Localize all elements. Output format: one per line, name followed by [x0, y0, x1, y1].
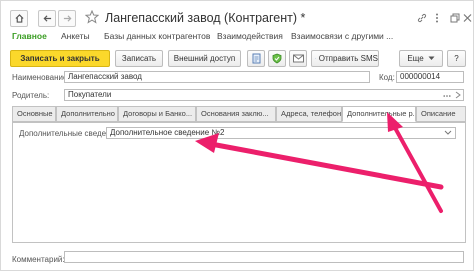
- chevron-down-icon[interactable]: [444, 129, 452, 136]
- tab-contracts-banks[interactable]: Договоры и Банко...: [118, 106, 196, 122]
- send-sms-label: Отправить SMS: [319, 54, 378, 63]
- name-field[interactable]: Лангепасский завод: [64, 71, 370, 83]
- tab-additional-details[interactable]: Дополнительные р...: [342, 106, 416, 122]
- restore-window-icon[interactable]: [450, 13, 460, 23]
- help-button[interactable]: ?: [447, 50, 466, 67]
- contractor-form-window: Лангепасский завод (Контрагент) * Главно…: [0, 0, 474, 271]
- send-sms-button[interactable]: Отправить SMS: [311, 50, 379, 67]
- title-bar: Лангепасский завод (Контрагент) *: [1, 1, 474, 29]
- home-button[interactable]: [10, 10, 28, 27]
- document-button[interactable]: [247, 50, 265, 67]
- back-button[interactable]: [38, 10, 56, 27]
- parent-field[interactable]: Покупатели: [64, 89, 464, 101]
- close-icon[interactable]: [463, 13, 472, 23]
- code-label: Код:: [379, 73, 395, 82]
- tab-description[interactable]: Описание: [416, 106, 466, 122]
- arrow-left-icon: [43, 14, 52, 23]
- shield-check-icon: [272, 53, 282, 64]
- form-nav-panel: Главное Анкеты Базы данных контрагентов …: [1, 31, 474, 43]
- window-title: Лангепасский завод (Контрагент) *: [105, 11, 305, 25]
- email-button[interactable]: [289, 50, 307, 67]
- nav-link-relationships[interactable]: Взаимосвязи с другими ...: [291, 31, 393, 41]
- home-icon: [15, 14, 24, 23]
- parent-label: Родитель:: [12, 91, 49, 100]
- external-access-button[interactable]: Внешний доступ: [168, 50, 241, 67]
- code-field[interactable]: 000000014: [396, 71, 464, 83]
- comment-label: Комментарий:: [12, 255, 65, 264]
- envelope-icon: [293, 54, 304, 63]
- tab-strip: Основные Дополнительно Договоры и Банко.…: [12, 106, 466, 122]
- chevron-down-icon: [428, 56, 435, 61]
- favorite-star-icon[interactable]: [85, 10, 99, 24]
- document-icon: [252, 53, 261, 64]
- sms-icon: [315, 54, 316, 63]
- nav-link-questionnaires[interactable]: Анкеты: [61, 31, 90, 41]
- tab-additional[interactable]: Дополнительно: [56, 106, 118, 122]
- check-button[interactable]: [268, 50, 286, 67]
- open-icon[interactable]: [455, 91, 463, 99]
- link-icon[interactable]: [417, 13, 427, 23]
- additional-info-value: Дополнительное сведение №2: [110, 128, 224, 137]
- more-actions-label: Еще: [407, 54, 423, 63]
- forward-button[interactable]: [58, 10, 76, 27]
- tab-addresses-phones[interactable]: Адреса, телефоны: [276, 106, 342, 122]
- arrow-right-icon: [63, 14, 72, 23]
- command-bar: Записать и закрыть Записать Внешний дост…: [1, 50, 474, 68]
- nav-link-interactions[interactable]: Взаимодействия: [217, 31, 283, 41]
- name-label: Наименование:: [12, 73, 70, 82]
- select-dots-icon[interactable]: [443, 91, 451, 99]
- save-and-close-button[interactable]: Записать и закрыть: [10, 50, 110, 67]
- tab-grounds[interactable]: Основания заклю...: [196, 106, 276, 122]
- additional-details-panel: [12, 122, 466, 243]
- save-button[interactable]: Записать: [115, 50, 163, 67]
- more-vertical-icon[interactable]: [435, 13, 439, 23]
- parent-value: Покупатели: [68, 90, 111, 99]
- more-actions-button[interactable]: Еще: [399, 50, 443, 67]
- nav-link-contractor-databases[interactable]: Базы данных контрагентов: [104, 31, 210, 41]
- tab-main[interactable]: Основные: [12, 106, 56, 122]
- additional-info-field[interactable]: Дополнительное сведение №2: [106, 127, 456, 139]
- nav-link-main[interactable]: Главное: [12, 31, 47, 41]
- comment-field[interactable]: [64, 251, 464, 263]
